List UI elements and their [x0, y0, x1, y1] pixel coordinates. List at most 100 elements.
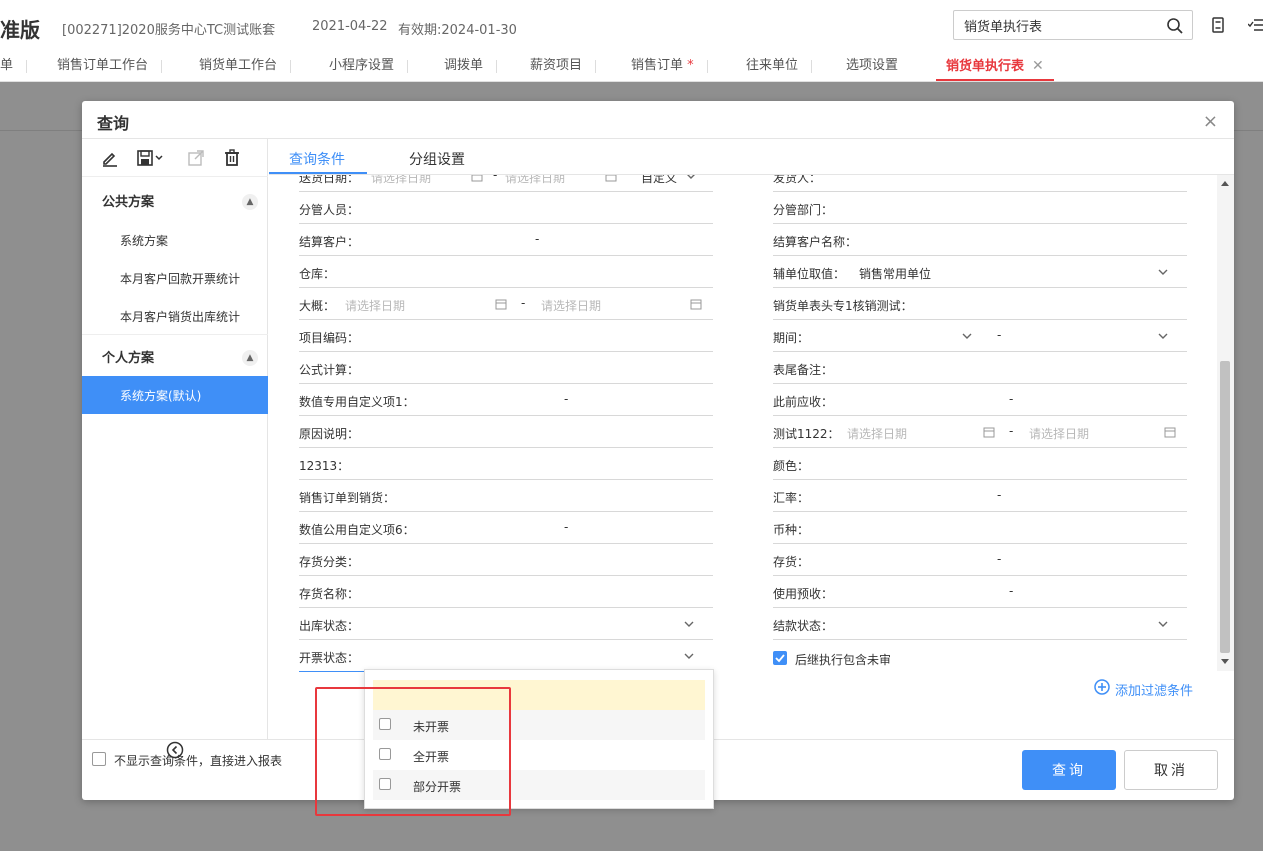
field-settlement-customer-name[interactable]: 结算客户名称： — [773, 224, 1187, 256]
chevron-down-icon[interactable] — [1157, 266, 1169, 278]
field-approx-date[interactable]: 大概： 请选择日期 - 请选择日期 — [299, 288, 713, 320]
dropdown-option[interactable]: 未开票 — [373, 710, 705, 740]
chevron-up-icon[interactable]: ▲ — [242, 350, 258, 366]
field-manager[interactable]: 分管人员： — [299, 192, 713, 224]
cancel-button[interactable]: 取消 — [1124, 750, 1218, 790]
scheme-item[interactable]: 系统方案 — [120, 232, 168, 249]
field-settlement-customer[interactable]: 结算客户： - — [299, 224, 713, 256]
field-inventory-name[interactable]: 存货名称： — [299, 576, 713, 608]
field-invoice-status[interactable]: 开票状态： — [299, 640, 713, 672]
field-project-code[interactable]: 项目编码： — [299, 320, 713, 352]
save-dropdown-icon[interactable] — [136, 148, 166, 168]
sub-unit-select[interactable]: 销售常用单位 — [859, 265, 931, 282]
field-inventory-category[interactable]: 存货分类： — [299, 544, 713, 576]
option-checkbox[interactable] — [379, 778, 391, 790]
field-12313[interactable]: 12313： — [299, 448, 713, 480]
personal-scheme-group[interactable]: 个人方案 — [102, 347, 154, 366]
close-icon[interactable]: × — [1203, 111, 1218, 132]
dropdown-option[interactable]: 部分开票 — [373, 770, 705, 800]
scheme-item-selected[interactable]: 系统方案(默认) — [82, 376, 268, 414]
scroll-up-icon[interactable] — [1221, 181, 1229, 186]
calendar-icon[interactable] — [690, 298, 702, 310]
chevron-down-icon[interactable] — [1157, 330, 1169, 342]
edit-icon[interactable] — [100, 148, 120, 168]
close-tab-icon[interactable]: ✕ — [1032, 58, 1044, 74]
field-footer-remark[interactable]: 表尾备注： — [773, 352, 1187, 384]
chevron-up-icon[interactable]: ▲ — [242, 194, 258, 210]
field-department[interactable]: 分管部门： — [773, 192, 1187, 224]
scheme-item[interactable]: 本月客户销货出库统计 — [120, 308, 240, 325]
chevron-down-icon[interactable] — [685, 175, 697, 182]
field-payment-status[interactable]: 结款状态： — [773, 608, 1187, 640]
calendar-icon[interactable] — [605, 175, 617, 182]
calendar-icon[interactable] — [1164, 426, 1176, 438]
search-icon[interactable] — [1166, 17, 1184, 35]
skip-conditions-checkbox[interactable] — [92, 752, 106, 766]
tab-option-settings[interactable]: 选项设置 — [846, 52, 898, 81]
include-unaudited-option[interactable]: 后继执行包含未审 — [773, 649, 1073, 669]
calendar-icon[interactable] — [471, 175, 483, 182]
tab-mini-program-settings[interactable]: 小程序设置 — [329, 52, 409, 81]
tab-delivery-execution-report[interactable]: 销货单执行表 ✕ — [936, 52, 1054, 81]
scroll-down-icon[interactable] — [1221, 659, 1229, 664]
field-order-to-delivery[interactable]: 销售订单到销货： — [299, 480, 713, 512]
tab-partial[interactable]: 单 — [0, 52, 28, 81]
tab-business-partners[interactable]: 往来单位 — [746, 52, 813, 81]
scheme-item[interactable]: 本月客户回款开票统计 — [120, 270, 240, 287]
field-reason[interactable]: 原因说明： — [299, 416, 713, 448]
calculator-icon[interactable] — [1209, 16, 1227, 34]
field-currency[interactable]: 币种： — [773, 512, 1187, 544]
task-list-icon[interactable] — [1248, 16, 1263, 34]
field-outbound-status[interactable]: 出库状态： — [299, 608, 713, 640]
field-delivery-date[interactable]: 送货日期： 请选择日期 - 请选择日期 自定义 — [299, 175, 713, 192]
scroll-thumb[interactable] — [1220, 361, 1230, 653]
field-prior-receivable[interactable]: 此前应收： - — [773, 384, 1187, 416]
field-shipper[interactable]: 发货人： — [773, 175, 1187, 192]
dropdown-search-input[interactable] — [373, 680, 705, 710]
public-scheme-group[interactable]: 公共方案 — [102, 191, 154, 210]
option-checkbox[interactable] — [379, 718, 391, 730]
form-scrollbar[interactable] — [1217, 175, 1234, 671]
calendar-icon[interactable] — [495, 298, 507, 310]
global-search[interactable] — [953, 10, 1193, 40]
date-start-input[interactable]: 请选择日期 — [345, 297, 405, 314]
date-start-input[interactable]: 请选择日期 — [371, 175, 431, 186]
field-label: 销售订单到销货： — [299, 491, 396, 505]
chevron-down-icon[interactable] — [683, 618, 695, 630]
field-numeric-custom-6[interactable]: 数值公用自定义项6： - — [299, 512, 713, 544]
field-header-write-off[interactable]: 销货单表头专1核销测试： — [773, 288, 1187, 320]
tab-sales-order[interactable]: 销售订单 * — [631, 52, 708, 81]
include-unaudited-checkbox[interactable] — [773, 651, 787, 665]
field-numeric-custom-1[interactable]: 数值专用自定义项1： - — [299, 384, 713, 416]
tab-salary-items[interactable]: 薪资项目 — [530, 52, 597, 81]
date-end-input[interactable]: 请选择日期 — [541, 297, 601, 314]
tab-delivery-workbench[interactable]: 销货单工作台 — [199, 52, 292, 81]
delete-icon[interactable] — [222, 148, 242, 168]
dropdown-option[interactable]: 全开票 — [373, 740, 705, 770]
field-warehouse[interactable]: 仓库： — [299, 256, 713, 288]
date-end-input[interactable]: 请选择日期 — [505, 175, 565, 186]
chevron-down-icon[interactable] — [961, 330, 973, 342]
field-period[interactable]: 期间： - — [773, 320, 1187, 352]
field-exchange-rate[interactable]: 汇率： - — [773, 480, 1187, 512]
field-test-1122[interactable]: 测试1122： 请选择日期 - 请选择日期 — [773, 416, 1187, 448]
date-end-input[interactable]: 请选择日期 — [1029, 425, 1089, 442]
tab-query-conditions[interactable]: 查询条件 — [289, 149, 345, 169]
field-inventory[interactable]: 存货： - — [773, 544, 1187, 576]
calendar-icon[interactable] — [983, 426, 995, 438]
option-checkbox[interactable] — [379, 748, 391, 760]
tab-sales-order-workbench[interactable]: 销售订单工作台 — [57, 52, 163, 81]
date-start-input[interactable]: 请选择日期 — [847, 425, 907, 442]
chevron-down-icon[interactable] — [683, 650, 695, 662]
query-button[interactable]: 查询 — [1022, 750, 1116, 790]
field-sub-unit[interactable]: 辅单位取值： 销售常用单位 — [773, 256, 1187, 288]
tab-transfer-order[interactable]: 调拨单 — [444, 52, 498, 81]
field-color[interactable]: 颜色： — [773, 448, 1187, 480]
chevron-down-icon[interactable] — [1157, 618, 1169, 630]
export-icon[interactable] — [186, 148, 206, 168]
tab-group-settings[interactable]: 分组设置 — [409, 149, 465, 169]
field-use-prepayment[interactable]: 使用预收： - — [773, 576, 1187, 608]
global-search-input[interactable] — [954, 11, 1154, 39]
field-formula[interactable]: 公式计算： — [299, 352, 713, 384]
date-mode-select[interactable]: 自定义 — [641, 175, 677, 186]
